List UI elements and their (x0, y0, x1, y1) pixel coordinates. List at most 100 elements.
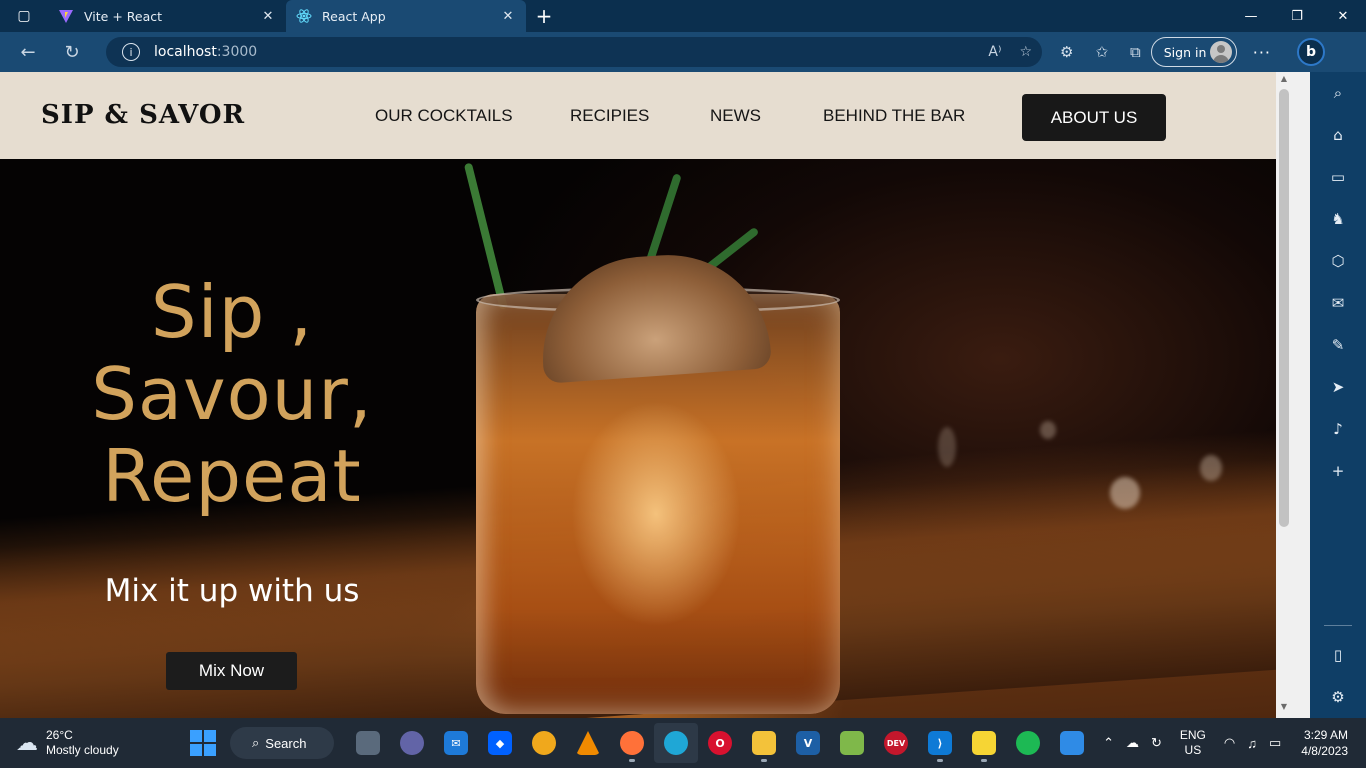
sidebar-gutter (1292, 72, 1310, 718)
sync-icon[interactable]: ↻ (1151, 735, 1162, 751)
tab-close-icon[interactable]: ✕ (260, 9, 276, 24)
opera-icon[interactable]: O (698, 723, 742, 763)
tab-react-app[interactable]: React App ✕ (286, 0, 526, 32)
hero-title-line: Repeat (102, 434, 362, 518)
teams-chat-icon[interactable] (390, 723, 434, 763)
address-bar[interactable]: i localhost:3000 A⁾ ☆ (106, 37, 1042, 67)
sticky-notes-icon[interactable] (962, 723, 1006, 763)
weather-widget[interactable]: ☁ 26°C Mostly cloudy (16, 728, 176, 758)
virtualbox-icon[interactable]: V (786, 723, 830, 763)
outlook-icon[interactable]: ✉ (1310, 282, 1366, 324)
address-bar-actions: A⁾ ☆ (988, 44, 1032, 60)
extensions-icon[interactable]: ⚙ (1060, 43, 1073, 61)
weather-condition: Mostly cloudy (46, 743, 119, 757)
page-scrollbar[interactable]: ▲ ▼ (1276, 72, 1292, 718)
minimize-icon[interactable]: — (1228, 0, 1274, 32)
firefox-icon[interactable] (610, 723, 654, 763)
brave-icon[interactable] (522, 723, 566, 763)
wifi-icon[interactable]: ◠ (1224, 735, 1235, 751)
settings-gear-icon[interactable]: ⚙ (1310, 676, 1366, 718)
tab-title: React App (322, 8, 386, 24)
favorites-icon[interactable]: ✩ (1095, 43, 1108, 61)
clock[interactable]: 3:29 AM 4/8/2023 (1301, 727, 1348, 759)
shopping-tag-icon[interactable]: ⌂ (1310, 114, 1366, 156)
new-tab-icon[interactable]: + (526, 4, 562, 28)
nav-recipies[interactable]: RECIPIES (570, 106, 649, 126)
site-logo[interactable]: SIP & SAVOR (41, 100, 245, 130)
taskbar-search-label: Search (265, 735, 307, 751)
onedrive-icon[interactable]: ☁ (1126, 735, 1139, 751)
language-indicator[interactable]: ENG US (1180, 728, 1206, 758)
site-info-icon[interactable]: i (122, 43, 140, 61)
bing-icon[interactable]: b (1297, 38, 1326, 66)
nav-news[interactable]: NEWS (710, 106, 761, 126)
bokeh-light (938, 427, 956, 467)
taskbar-search[interactable]: ⌕ Search (230, 727, 334, 759)
scroll-up-icon[interactable]: ▲ (1276, 74, 1292, 88)
weather-temp: 26°C (46, 728, 73, 742)
url-host: localhost (154, 44, 217, 60)
hero-title-line: Savour, (91, 352, 373, 436)
tab-vite-react[interactable]: Vite + React ✕ (48, 0, 286, 32)
screen: ▢ Vite + React ✕ React App ✕ + — ❐ ✕ ← ↻… (0, 0, 1366, 768)
tab-actions-icon[interactable]: ▢ (0, 0, 48, 32)
refresh-icon[interactable]: ↻ (50, 32, 94, 72)
about-us-button[interactable]: ABOUT US (1022, 94, 1166, 141)
sign-in-button[interactable]: Sign in (1150, 37, 1237, 67)
read-aloud-icon[interactable]: A⁾ (988, 44, 1001, 60)
restore-icon[interactable]: ❐ (1274, 0, 1320, 32)
nav-our-cocktails[interactable]: OUR COCKTAILS (375, 106, 513, 126)
scrollbar-thumb[interactable] (1279, 89, 1289, 527)
spotify-icon[interactable] (1006, 723, 1050, 763)
collections-icon[interactable]: ⧉ (1130, 43, 1141, 61)
edge-icon[interactable] (654, 723, 698, 763)
url-port: :3000 (216, 44, 258, 60)
tools-briefcase-icon[interactable]: ▭ (1310, 156, 1366, 198)
photos-icon[interactable] (1050, 723, 1094, 763)
battery-icon[interactable]: ▭ (1269, 735, 1281, 751)
weather-text: 26°C Mostly cloudy (46, 728, 119, 758)
show-hidden-icons[interactable]: ⌃ (1103, 735, 1114, 751)
dropbox-icon[interactable]: ◆ (478, 723, 522, 763)
windows-taskbar: ☁ 26°C Mostly cloudy ⌕ Search ✉ ◆ O V DE… (0, 718, 1366, 768)
mix-now-button[interactable]: Mix Now (166, 652, 297, 690)
profile-avatar-icon (1209, 41, 1232, 63)
search-icon[interactable]: ⌕ (1310, 72, 1366, 114)
snipping-tool-icon[interactable] (830, 723, 874, 763)
hide-sidebar-icon[interactable]: ▯ (1310, 634, 1366, 676)
lang-line1: ENG (1179, 728, 1206, 742)
vlc-icon[interactable] (566, 723, 610, 763)
windows-start-icon[interactable] (190, 730, 216, 756)
games-icon[interactable]: ♞ (1310, 198, 1366, 240)
tab-title: Vite + React (84, 8, 163, 24)
page-viewport: SIP & SAVOR OUR COCKTAILS RECIPIES NEWS … (0, 72, 1292, 718)
scroll-down-icon[interactable]: ▼ (1276, 702, 1292, 716)
file-explorer-icon[interactable] (742, 723, 786, 763)
add-favorite-icon[interactable]: ☆ (1019, 44, 1032, 60)
vscode-icon[interactable]: ⟩ (918, 723, 962, 763)
mail-icon[interactable]: ✉ (434, 723, 478, 763)
close-window-icon[interactable]: ✕ (1320, 0, 1366, 32)
hero-section: Sip , Savour, Repeat Mix it up with us M… (0, 159, 1276, 718)
add-icon[interactable]: + (1310, 450, 1366, 492)
image-creator-icon[interactable]: ✎ (1310, 324, 1366, 366)
react-logo-icon (296, 8, 312, 24)
window-controls: — ❐ ✕ (1228, 0, 1366, 32)
more-menu-icon[interactable]: ··· (1253, 43, 1271, 62)
lang-line2: US (1184, 743, 1202, 757)
system-tray: ⌃ ☁ ↻ ENG US ◠ ♫ ▭ 3:29 AM 4/8/2023 (1097, 727, 1366, 759)
nav-behind-the-bar[interactable]: BEHIND THE BAR (823, 106, 965, 126)
volume-icon[interactable]: ♫ (1247, 736, 1257, 751)
clock-date: 4/8/2023 (1301, 744, 1348, 758)
clock-time: 3:29 AM (1303, 728, 1348, 742)
notifications-bell-icon[interactable]: ♪ (1310, 408, 1366, 450)
task-view-icon[interactable] (346, 723, 390, 763)
sidebar-divider (1324, 625, 1352, 626)
send-icon[interactable]: ➤ (1310, 366, 1366, 408)
microsoft-365-icon[interactable]: ⬡ (1310, 240, 1366, 282)
bokeh-light (1110, 477, 1140, 509)
sign-in-label: Sign in (1163, 44, 1207, 60)
tab-close-icon[interactable]: ✕ (500, 9, 516, 24)
back-icon[interactable]: ← (6, 32, 50, 72)
dev-cpp-icon[interactable]: DEV (874, 723, 918, 763)
